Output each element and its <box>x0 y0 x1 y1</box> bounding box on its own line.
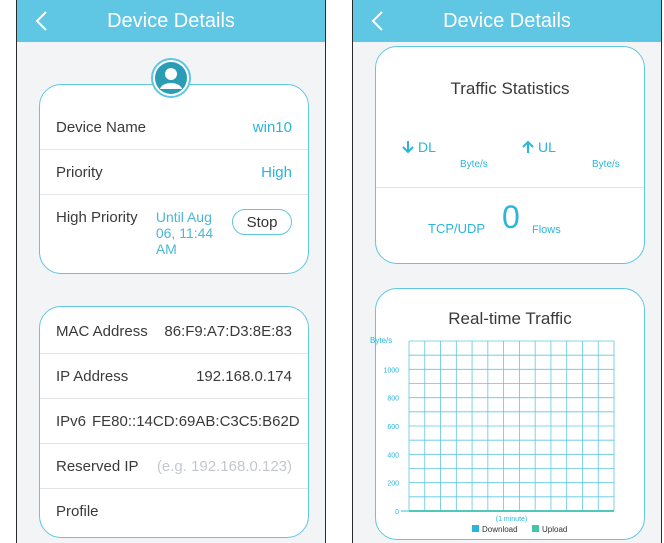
ul-unit: Byte/s <box>592 159 620 170</box>
y-tick-label: 200 <box>387 481 399 488</box>
y-tick-label: 600 <box>387 424 399 431</box>
traffic-statistics-title: Traffic Statistics <box>450 79 570 98</box>
x-axis-label: (1 minute) <box>496 516 528 523</box>
header-bar: Device Details <box>353 0 661 42</box>
arrow-down-icon <box>402 141 414 154</box>
mac-address-label: MAC Address <box>56 322 148 340</box>
y-axis-label: Byte/s <box>370 336 392 345</box>
page-title: Device Details <box>107 9 235 32</box>
avatar <box>151 58 191 98</box>
mac-address-value: 86:F9:A7:D3:8E:83 <box>164 322 292 340</box>
profile-row[interactable]: Profile <box>40 489 308 533</box>
legend-label-download: Download <box>482 525 518 534</box>
realtime-traffic-title: Real-time Traffic <box>448 309 572 328</box>
flows-count: 0 <box>502 199 520 235</box>
device-details-screen-right: Device Details Traffic Statistics DL Byt… <box>352 0 662 543</box>
ipv6-value: FE80::14CD:69AB:C3C5:B62D <box>92 412 300 430</box>
reserved-ip-row[interactable]: Reserved IP (e.g. 192.168.0.123) <box>40 444 308 488</box>
realtime-traffic-chart: Byte/s 0 200 400 600 800 1000 (1 minute) Downloa… <box>370 336 615 534</box>
legend-swatch-upload <box>532 525 539 532</box>
high-priority-until: Until Aug 06, 11:44 AM <box>155 209 214 257</box>
device-name-row[interactable]: Device Name win10 <box>40 105 308 149</box>
legend-swatch-download <box>472 525 479 532</box>
protocol-label: TCP/UDP <box>428 221 486 236</box>
ip-address-row: IP Address 192.168.0.174 <box>40 354 308 398</box>
download-stat: DL <box>402 139 436 155</box>
flows-label: Flows <box>532 224 561 236</box>
ipv6-label: IPv6 <box>56 412 87 430</box>
mac-address-row: MAC Address 86:F9:A7:D3:8E:83 <box>40 309 308 353</box>
y-tick-label: 400 <box>387 452 399 459</box>
network-info-card: MAC Address 86:F9:A7:D3:8E:83 IP Address… <box>39 306 309 538</box>
arrow-up-icon <box>522 140 534 153</box>
dl-label: DL <box>418 139 436 155</box>
priority-label: Priority <box>56 163 103 181</box>
ipv6-row: IPv6 FE80::14CD:69AB:C3C5:B62D <box>40 399 308 443</box>
divider <box>376 187 644 188</box>
page-title: Device Details <box>443 9 571 32</box>
ul-label: UL <box>538 139 556 155</box>
user-icon <box>155 62 187 94</box>
dl-unit: Byte/s <box>460 159 488 170</box>
header-bar: Device Details <box>17 0 325 42</box>
reserved-ip-input[interactable]: (e.g. 192.168.0.123) <box>157 458 292 475</box>
legend-label-upload: Upload <box>542 525 567 534</box>
back-icon[interactable] <box>365 6 389 36</box>
high-priority-label: High Priority <box>56 209 138 226</box>
device-name-value: win10 <box>252 118 292 136</box>
ip-address-label: IP Address <box>56 367 129 385</box>
y-tick-label: 1000 <box>383 367 399 374</box>
y-tick-label: 800 <box>387 396 399 403</box>
device-details-screen-left: Device Details Device Name win10 Priorit… <box>16 0 326 543</box>
back-icon[interactable] <box>29 6 53 36</box>
reserved-ip-label: Reserved IP <box>56 457 139 475</box>
y-tick-label: 0 <box>395 509 399 516</box>
profile-label: Profile <box>56 502 99 520</box>
device-name-label: Device Name <box>56 118 147 136</box>
priority-value: High <box>261 163 292 181</box>
realtime-traffic-card: Real-time Traffic Byte/s 0 200 400 600 800 100… <box>370 288 645 540</box>
ip-address-value: 192.168.0.174 <box>196 367 292 385</box>
upload-stat: UL <box>522 139 556 155</box>
high-priority-row: High Priority Until Aug 06, 11:44 AM Sto… <box>40 195 308 265</box>
device-info-card: Device Name win10 Priority High High Pri… <box>39 84 309 274</box>
priority-row[interactable]: Priority High <box>40 150 308 194</box>
stop-button[interactable]: Stop <box>232 209 292 235</box>
traffic-statistics-card: Traffic Statistics DL Byte/s UL Byte/s T… <box>375 46 645 264</box>
